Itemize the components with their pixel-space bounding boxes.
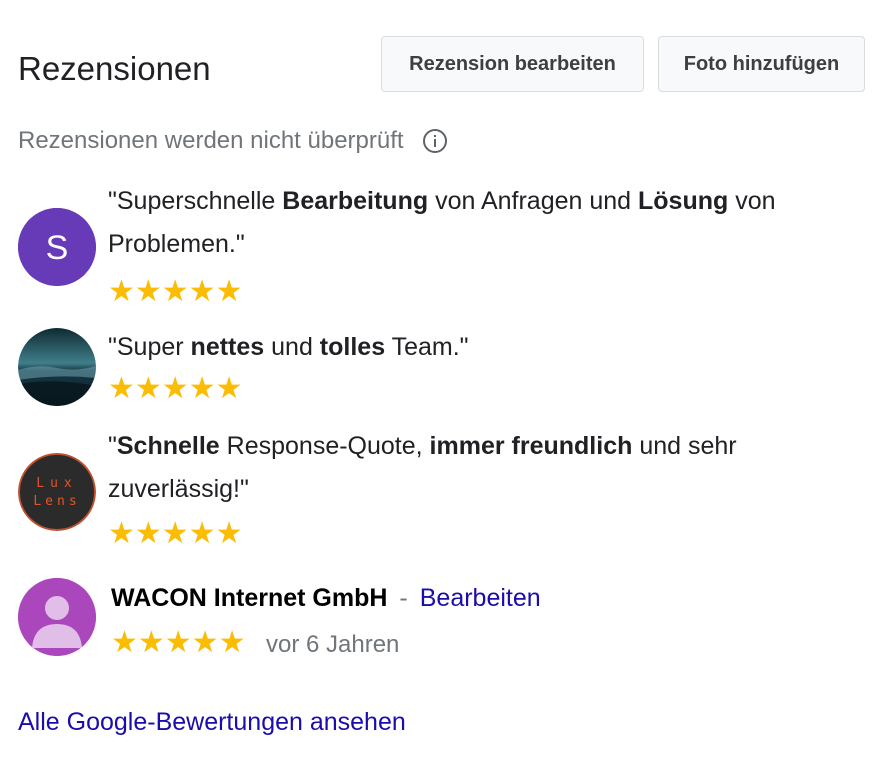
review-text: "Schnelle Response-Quote, immer freundli… [108,432,737,503]
avatar-letter-icon: S [18,208,96,286]
own-review-item: WACON Internet GmbH - Bearbeiten ★★★★★ v… [18,578,865,668]
star-rating: ★★★★★ [108,372,243,405]
separator: - [399,584,408,612]
avatar: S [18,208,96,286]
author-name: WACON Internet GmbH [111,584,388,612]
own-review-header: WACON Internet GmbH - Bearbeiten [111,584,541,613]
avatar: Lux Lens [18,453,96,531]
svg-text:Lux: Lux [36,476,77,491]
review-age: vor 6 Jahren [266,631,400,658]
section-title: Rezensionen [18,50,211,87]
avatar [18,578,96,656]
disclaimer-text: Rezensionen werden nicht überprüft [18,127,404,154]
review-text: "Super nettes und tolles Team." [108,333,469,361]
review-item: "Super nettes und tolles Team." ★★★★★ [18,326,865,416]
all-reviews-link[interactable]: Alle Google-Bewertungen ansehen [18,708,406,737]
review-item: Lux Lens "Schnelle Response-Quote, immer… [18,425,865,555]
review-text: "Superschnelle Bearbeitung von Anfragen … [108,187,776,258]
edit-review-button[interactable]: Rezension bearbeiten [381,36,644,92]
edit-link[interactable]: Bearbeiten [420,584,541,613]
svg-text:S: S [46,229,69,267]
star-rating: ★★★★★ [111,626,246,659]
reviews-disclaimer: Rezensionen werden nicht überprüft [18,127,448,155]
add-photo-button[interactable]: Foto hinzufügen [658,36,865,92]
svg-text:Lens: Lens [33,494,80,509]
avatar [18,328,96,406]
star-rating: ★★★★★ [108,517,243,550]
info-icon[interactable] [422,128,448,154]
landscape-photo-icon [18,328,96,406]
review-item: S "Superschnelle Bearbeitung von Anfrage… [18,180,865,310]
person-icon [18,578,96,656]
lux-lens-logo-icon: Lux Lens [18,453,96,531]
reviews-header: Rezensionen Rezension bearbeiten Foto hi… [18,36,865,94]
star-rating: ★★★★★ [108,275,243,308]
